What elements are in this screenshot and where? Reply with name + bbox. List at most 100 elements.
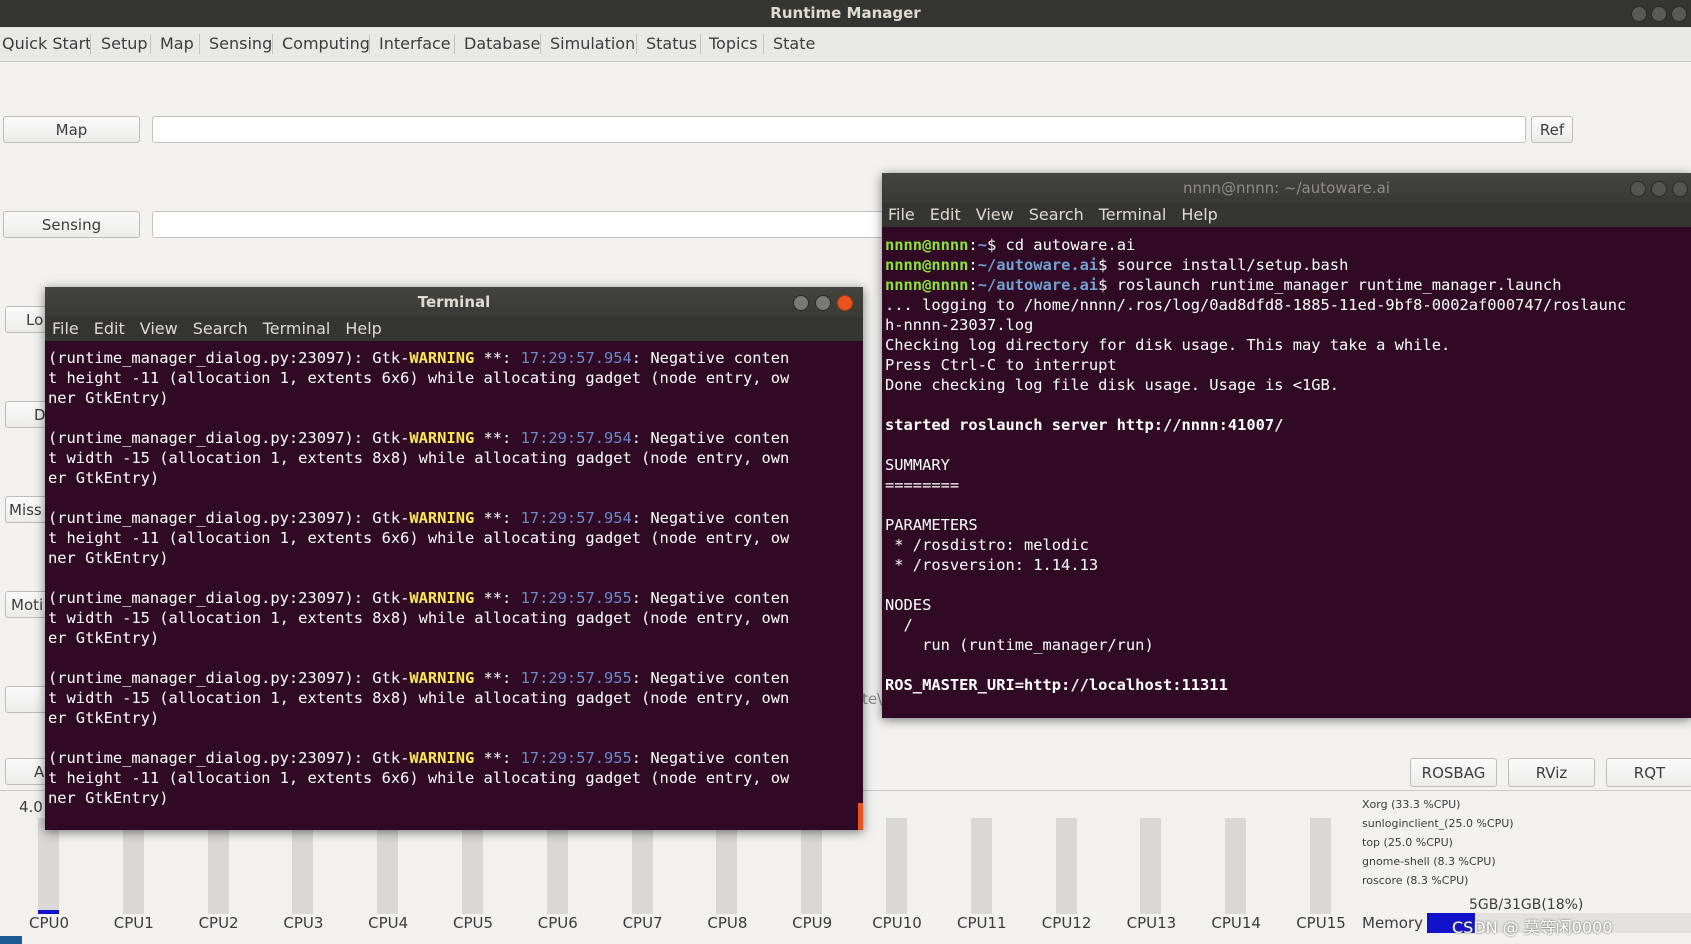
process-item: gnome-shell (8.3 %CPU) (1362, 855, 1496, 868)
map-path-field[interactable] (152, 116, 1526, 143)
menu-help[interactable]: Help (1181, 205, 1217, 224)
minimize-icon[interactable] (1631, 6, 1647, 22)
cpu-label: CPU4 (368, 914, 409, 932)
tab-state[interactable]: State (772, 31, 816, 57)
tab-database[interactable]: Database (463, 31, 541, 57)
cpu-bar (801, 818, 823, 914)
close-icon[interactable] (1672, 181, 1688, 197)
log-line: (runtime_manager_dialog.py:23097): Gtk-W… (48, 749, 790, 767)
maximize-icon[interactable] (815, 295, 831, 311)
process-item: roscore (8.3 %CPU) (1362, 874, 1469, 887)
tab-interface[interactable]: Interface (378, 31, 452, 57)
rosbag-button[interactable]: ROSBAG (1410, 758, 1497, 787)
cpu-bar (716, 818, 738, 914)
cpu-bar (970, 818, 992, 914)
tab-status[interactable]: Status (645, 31, 698, 57)
menu-terminal[interactable]: Terminal (1099, 205, 1167, 224)
terminal-left-titlebar: Terminal (45, 287, 863, 317)
tab-quick-start[interactable]: Quick Start (1, 31, 92, 57)
log-line: er GtkEntry) (48, 709, 160, 727)
tab-sensing[interactable]: Sensing (208, 31, 273, 57)
log-line: t width -15 (allocation 1, extents 8x8) … (48, 689, 790, 707)
menu-search[interactable]: Search (1029, 205, 1084, 224)
menu-view[interactable]: View (976, 205, 1014, 224)
cpu-label: CPU12 (1041, 914, 1092, 932)
rqt-button[interactable]: RQT (1606, 758, 1691, 787)
cpu-label: CPU15 (1296, 914, 1346, 932)
sensing-button[interactable]: Sensing (3, 211, 140, 238)
terminal-scrollbar[interactable] (858, 803, 863, 830)
cpu-label: CPU10 (872, 914, 922, 932)
map-button[interactable]: Map (3, 116, 140, 143)
sensing-path-field[interactable] (152, 211, 892, 238)
cpu-label: CPU1 (113, 914, 154, 932)
log-line: (runtime_manager_dialog.py:23097): Gtk-W… (48, 429, 790, 447)
process-item: Xorg (33.3 %CPU) (1362, 798, 1461, 811)
menu-edit[interactable]: Edit (930, 205, 961, 224)
cpu-bar (886, 818, 907, 914)
minimize-icon[interactable] (1630, 181, 1646, 197)
log-line: (runtime_manager_dialog.py:23097): Gtk-W… (48, 669, 790, 687)
close-icon[interactable] (1671, 6, 1687, 22)
menu-file[interactable]: File (52, 319, 79, 338)
main-titlebar: Runtime Manager (0, 0, 1691, 27)
ref-button[interactable]: Ref (1531, 116, 1573, 143)
process-item: sunloginclient_(25.0 %CPU) (1362, 817, 1514, 830)
tab-bar: Quick Start Setup Map Sensing Computing … (0, 27, 1691, 62)
tab-topics[interactable]: Topics (708, 31, 759, 57)
log-line: t width -15 (allocation 1, extents 8x8) … (48, 609, 790, 627)
log-line: er GtkEntry) (48, 469, 160, 487)
cpu-bar (1140, 818, 1162, 914)
log-line: (runtime_manager_dialog.py:23097): Gtk-W… (48, 509, 790, 527)
memory-value: 5GB/31GB(18%) (1469, 897, 1584, 913)
cpu-label: CPU2 (198, 914, 239, 932)
menu-edit[interactable]: Edit (94, 319, 125, 338)
cpu-bar (631, 818, 653, 914)
terminal-right-title: nnnn@nnnn: ~/autoware.ai (1183, 179, 1390, 197)
menu-search[interactable]: Search (193, 319, 248, 338)
cpu-label: CPU7 (622, 914, 663, 932)
cpu-bar (377, 818, 399, 914)
cpu-bar (122, 818, 144, 914)
maximize-icon[interactable] (1651, 6, 1667, 22)
log-line: ner GtkEntry) (48, 549, 169, 567)
minimize-icon[interactable] (793, 295, 809, 311)
cpu-label: CPU14 (1211, 914, 1261, 932)
terminal-right-menu: File Edit View Search Terminal Help (882, 203, 1691, 227)
log-line: t height -11 (allocation 1, extents 6x6)… (48, 529, 790, 547)
cpu-bar (1310, 818, 1331, 914)
cpu-bar (462, 818, 483, 914)
log-line: t width -15 (allocation 1, extents 8x8) … (48, 449, 790, 467)
cpu-label: CPU0 (28, 914, 70, 932)
menu-terminal[interactable]: Terminal (263, 319, 331, 338)
cpu-label: CPU5 (452, 914, 494, 932)
terminal-right[interactable]: nnnn@nnnn: ~/autoware.ai File Edit View Sea… (882, 173, 1691, 718)
cpu-label: CPU8 (707, 914, 748, 932)
close-icon[interactable] (837, 295, 853, 311)
cpu-bar (546, 818, 568, 914)
maximize-icon[interactable] (1651, 181, 1667, 197)
terminal-right-titlebar: nnnn@nnnn: ~/autoware.ai (882, 173, 1691, 203)
rviz-button[interactable]: RViz (1508, 758, 1595, 787)
tab-computing[interactable]: Computing (281, 31, 371, 57)
partial-label: te\ (862, 690, 883, 708)
cpu-bar (38, 818, 59, 914)
log-line: t height -11 (allocation 1, extents 6x6)… (48, 369, 790, 387)
watermark: CSDN @ 莫等闲0000 (1452, 918, 1613, 937)
menu-view[interactable]: View (140, 319, 178, 338)
log-line: (runtime_manager_dialog.py:23097): Gtk-W… (48, 589, 790, 607)
log-line: (runtime_manager_dialog.py:23097): Gtk-W… (48, 349, 790, 367)
cpu-bar (207, 818, 229, 914)
menu-help[interactable]: Help (345, 319, 381, 338)
cpu-bar (1225, 818, 1247, 914)
tab-map[interactable]: Map (159, 31, 195, 57)
terminal-left[interactable]: Terminal File Edit View Search Terminal Help … (45, 287, 863, 830)
cpu-label: CPU9 (792, 914, 833, 932)
terminal-left-menu: File Edit View Search Terminal Help (45, 317, 863, 341)
taskbar-corner (0, 936, 22, 944)
tab-setup[interactable]: Setup (100, 31, 149, 57)
tab-simulation[interactable]: Simulation (549, 31, 636, 57)
menu-file[interactable]: File (888, 205, 915, 224)
window-title: Runtime Manager (770, 4, 921, 22)
terminal-left-title: Terminal (417, 293, 491, 311)
